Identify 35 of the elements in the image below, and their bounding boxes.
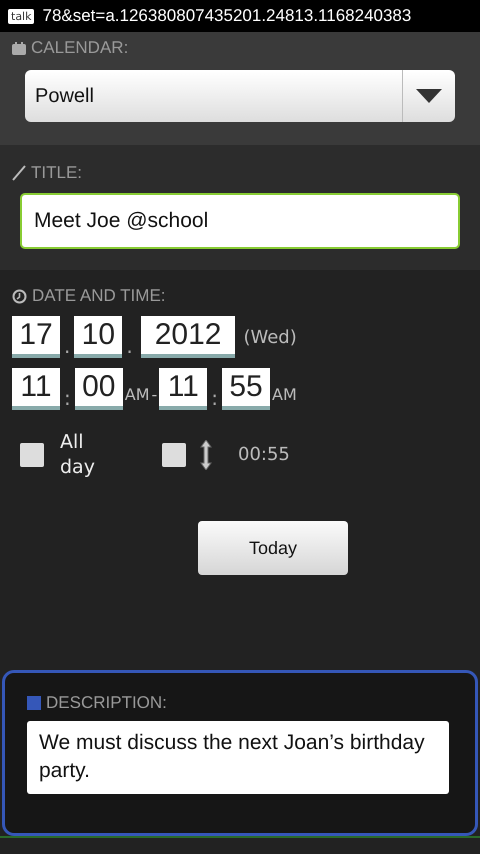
weekday-label: (Wed) bbox=[243, 326, 297, 348]
pencil-icon bbox=[12, 165, 26, 181]
dash: - bbox=[152, 385, 158, 404]
time-separator: : bbox=[210, 386, 220, 410]
date-field[interactable]: 10 bbox=[74, 316, 122, 358]
hour-field[interactable]: 11 bbox=[159, 368, 208, 410]
all-day-label: All day bbox=[60, 430, 96, 480]
title-field[interactable]: Meet Joe @school bbox=[20, 193, 460, 249]
date-separator: . bbox=[125, 334, 134, 358]
minute-field[interactable]: 55 bbox=[222, 368, 270, 410]
notification-ticker: 78&set=a.126380807435201.24813.1168240383 bbox=[42, 6, 412, 26]
title-label: TITLE: bbox=[31, 163, 82, 183]
talk-icon: talk bbox=[8, 8, 34, 24]
time-separator: : bbox=[63, 386, 72, 410]
date-field[interactable]: 2012 bbox=[140, 316, 236, 358]
calendar-label: CALENDAR: bbox=[31, 38, 128, 58]
date-time-label: DATE AND TIME: bbox=[32, 286, 166, 306]
dropdown-caret-icon bbox=[416, 89, 442, 103]
square-icon bbox=[27, 696, 41, 710]
minute-field[interactable]: 00 bbox=[74, 368, 123, 410]
all-day-checkbox[interactable] bbox=[20, 442, 44, 467]
hour-field[interactable]: 11 bbox=[12, 368, 60, 410]
date-field[interactable]: 17 bbox=[12, 316, 60, 358]
up-down-arrow-icon bbox=[200, 440, 212, 470]
clock-icon bbox=[12, 288, 27, 304]
duration-value: 00:55 bbox=[238, 444, 290, 466]
description-field[interactable]: We must discuss the next Joan’s birthday party. bbox=[27, 721, 449, 794]
calendar-dropdown[interactable]: Powell bbox=[25, 70, 455, 122]
am-pm-label: AM bbox=[124, 385, 150, 404]
am-pm-label: AM bbox=[272, 385, 297, 404]
date-separator: . bbox=[63, 334, 72, 358]
description-label: DESCRIPTION: bbox=[46, 693, 167, 713]
calendar-icon bbox=[12, 42, 26, 54]
duration-checkbox[interactable] bbox=[162, 442, 186, 467]
today-button[interactable]: Today bbox=[198, 521, 348, 576]
